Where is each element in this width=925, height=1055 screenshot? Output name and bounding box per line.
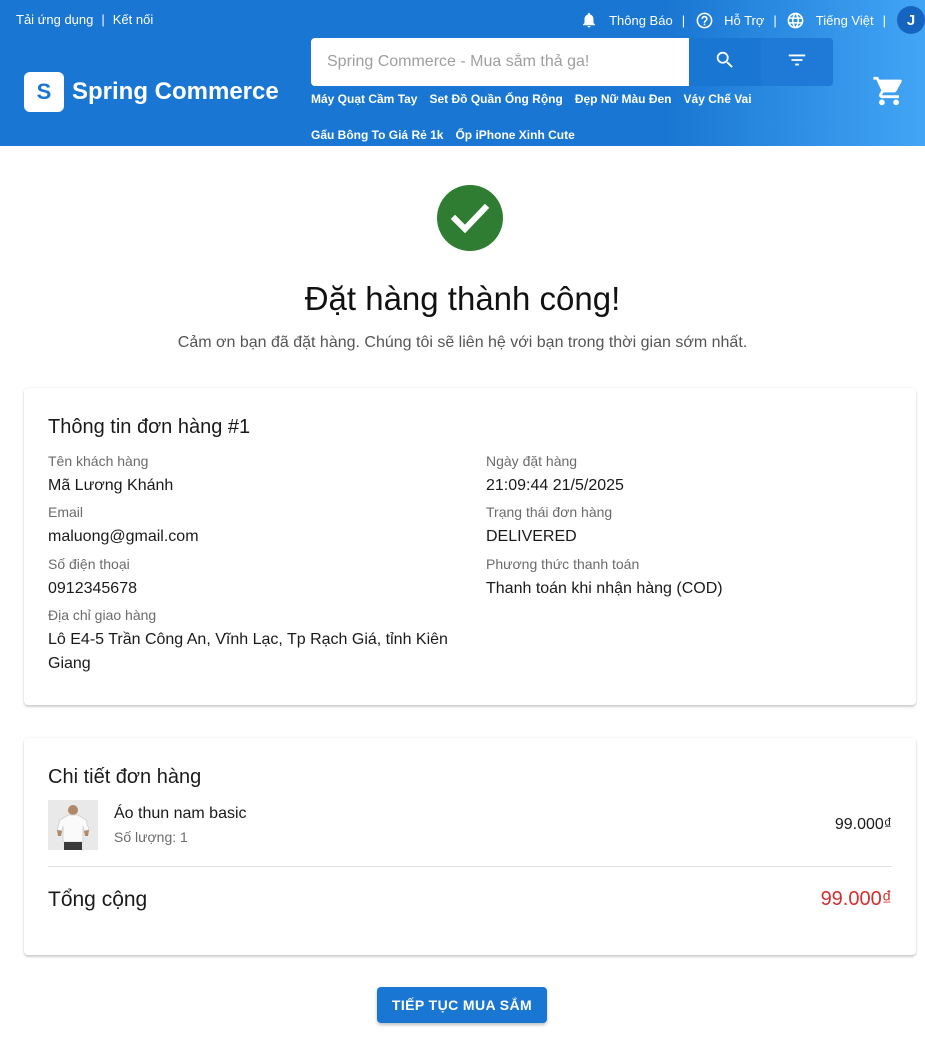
download-app-link[interactable]: Tải ứng dụng — [16, 12, 93, 27]
customer-name-field: Tên khách hàng Mã Lương Khánh — [48, 453, 173, 498]
notifications-label: Thông Báo — [609, 12, 673, 28]
order-info-title: Thông tin đơn hàng #1 — [48, 416, 251, 438]
field-label: Ngày đặt hàng — [486, 453, 578, 469]
topbar-separator: | — [882, 12, 886, 28]
address-field: Địa chỉ giao hàng Lô E4-5 Trần Công An, … — [48, 607, 448, 676]
language-label: Tiếng Việt — [815, 12, 874, 28]
language-selector[interactable]: Tiếng Việt — [786, 10, 874, 30]
status-value: DELIVERED — [486, 528, 577, 545]
tag-link[interactable]: Máy Quạt Cầm Tay — [311, 90, 417, 108]
logo[interactable]: S Spring Commerce — [24, 72, 279, 112]
field-label: Trạng thái đơn hàng — [486, 504, 613, 520]
tag-link[interactable]: Ốp iPhone Xinh Cute — [455, 126, 574, 144]
search-icon — [714, 49, 736, 76]
topbar-separator: | — [773, 12, 777, 28]
cart-icon — [872, 76, 906, 112]
order-date-field: Ngày đặt hàng 21:09:44 21/5/2025 — [486, 453, 624, 498]
divider — [48, 866, 892, 867]
notifications-link[interactable]: Thông Báo — [579, 10, 673, 30]
globe-icon — [786, 10, 806, 30]
field-label: Phương thức thanh toán — [486, 556, 640, 572]
filter-button[interactable] — [761, 38, 833, 86]
total-value: 99.000₫ — [820, 888, 892, 910]
tag-link[interactable]: Đẹp Nữ Màu Đen — [575, 90, 672, 108]
bell-icon — [579, 10, 599, 30]
order-info-card: Thông tin đơn hàng #1 Tên khách hàng Mã … — [24, 388, 916, 705]
field-label: Địa chỉ giao hàng — [48, 607, 157, 623]
topbar-left: Tải ứng dụng | Kết nối — [16, 12, 153, 27]
success-message: Cảm ơn bạn đã đặt hàng. Chúng tôi sẽ liê… — [177, 334, 748, 351]
topbar-separator: | — [681, 12, 686, 28]
order-status-field: Trạng thái đơn hàng DELIVERED — [486, 504, 612, 549]
connect-link[interactable]: Kết nối — [113, 12, 153, 27]
field-value: maluong@gmail.com — [48, 528, 199, 545]
avatar[interactable]: J — [897, 6, 925, 34]
field-value: 0912345678 — [48, 580, 137, 597]
help-circle-icon — [694, 10, 714, 30]
search-input[interactable] — [311, 38, 689, 86]
brand-name: Spring Commerce — [72, 78, 279, 105]
product-price: 99.000₫ — [834, 816, 892, 833]
cart-button[interactable] — [872, 74, 906, 108]
search-button[interactable] — [689, 38, 761, 86]
field-label: Email — [48, 504, 84, 520]
field-value: Mã Lương Khánh — [48, 477, 174, 494]
tag-link[interactable]: Set Đồ Quần Ống Rộng — [429, 90, 562, 108]
payment-method-field: Phương thức thanh toán Thanh toán khi nh… — [486, 556, 723, 601]
check-circle-icon — [436, 184, 504, 252]
search-bar — [311, 38, 833, 86]
phone-field: Số điện thoại 0912345678 — [48, 556, 137, 601]
tag-link[interactable]: Váy Chế Vai — [684, 90, 752, 108]
field-value: Lô E4-5 Trần Công An, Vĩnh Lạc, Tp Rạch … — [48, 631, 448, 672]
support-label: Hỗ Trợ — [724, 12, 765, 28]
topbar-separator: | — [101, 12, 105, 27]
suggested-tags: Máy Quạt Cầm Tay Set Đồ Quần Ống Rộng Đẹ… — [311, 90, 811, 162]
support-link[interactable]: Hỗ Trợ — [694, 10, 764, 30]
tag-link[interactable]: Gấu Bông To Giá Rẻ 1k — [311, 126, 443, 144]
field-value: Thanh toán khi nhận hàng (COD) — [486, 580, 723, 597]
product-thumbnail — [48, 800, 98, 850]
continue-shopping-button[interactable]: TIẾP TỤC MUA SẮM — [377, 987, 547, 1023]
app-header: Tải ứng dụng | Kết nối Thông Báo | Hỗ Trợ … — [0, 0, 925, 146]
field-label: Số điện thoại — [48, 556, 130, 572]
total-label: Tổng cộng — [48, 888, 148, 911]
logo-icon: S — [24, 72, 64, 112]
field-label: Tên khách hàng — [48, 453, 149, 469]
order-details-card: Chi tiết đơn hàng Áo thun nam basic Số l… — [24, 738, 916, 955]
topbar-right: Thông Báo | Hỗ Trợ | Tiếng Việt | J — [579, 6, 925, 34]
page-title: Đặt hàng thành công! — [304, 280, 621, 317]
field-value: 21:09:44 21/5/2025 — [486, 477, 624, 494]
product-quantity: Số lượng: 1 — [114, 829, 188, 845]
filter-icon — [786, 49, 808, 76]
email-field: Email maluong@gmail.com — [48, 504, 199, 549]
product-name: Áo thun nam basic — [114, 805, 247, 822]
order-details-title: Chi tiết đơn hàng — [48, 766, 202, 788]
